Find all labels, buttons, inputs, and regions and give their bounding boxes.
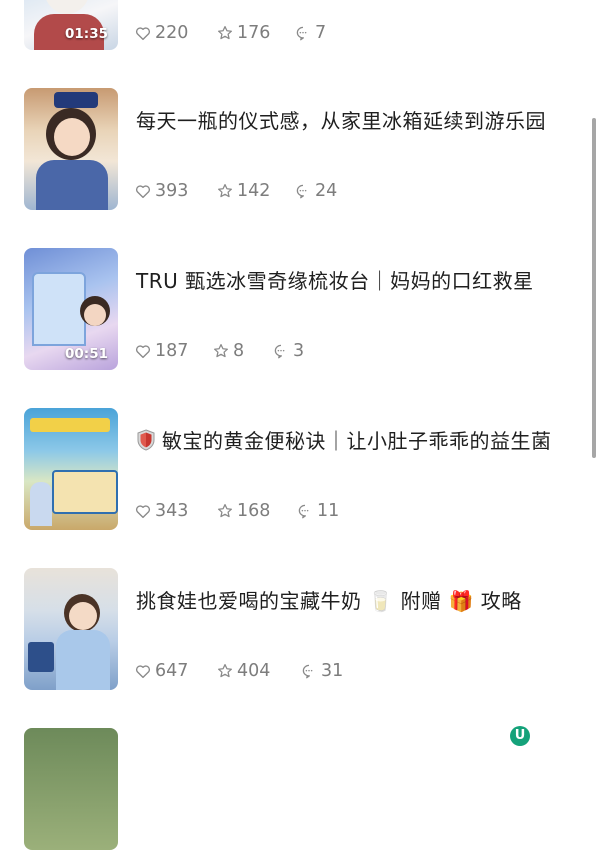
comment-count: 24 (315, 181, 338, 201)
comment-count: 3 (293, 341, 305, 361)
comment-stat[interactable]: 24 (294, 180, 337, 202)
post-title[interactable]: 挑食娃也爱喝的宝藏牛奶 🥛 附赠 🎁 攻略 (136, 588, 522, 614)
video-duration: 01:35 (65, 26, 108, 42)
shield-icon (137, 429, 155, 451)
comment-count: 7 (315, 23, 327, 43)
scrollbar[interactable] (592, 118, 596, 458)
post-thumbnail[interactable] (24, 88, 118, 210)
like-stat[interactable]: 220 (134, 22, 188, 44)
favorite-stat[interactable]: 404 (216, 660, 270, 682)
like-count: 220 (155, 23, 189, 43)
feed-item[interactable] (0, 728, 600, 852)
comment-stat[interactable]: 3 (272, 340, 304, 362)
feed-item[interactable]: 敏宝的黄金便秘诀｜让小肚子乖乖的益生菌 343 168 11 (0, 408, 600, 532)
star-icon (213, 343, 229, 358)
like-stat[interactable]: 187 (134, 340, 188, 362)
comment-bubble-icon (298, 504, 309, 519)
favorite-count: 168 (237, 501, 271, 521)
post-thumbnail[interactable] (24, 408, 118, 530)
post-thumbnail[interactable] (24, 568, 118, 690)
comment-stat[interactable]: 31 (300, 660, 343, 682)
post-title[interactable]: 每天一瓶的仪式感，从家里冰箱延续到游乐园 (136, 108, 546, 134)
post-thumbnail[interactable] (24, 728, 118, 850)
star-icon (217, 183, 233, 198)
like-count: 393 (155, 181, 189, 201)
comment-bubble-icon (296, 184, 307, 199)
favorite-count: 142 (237, 181, 271, 201)
comment-count: 11 (317, 501, 340, 521)
like-stat[interactable]: 647 (134, 660, 188, 682)
favorite-count: 404 (237, 661, 271, 681)
post-title[interactable]: 敏宝的黄金便秘诀｜让小肚子乖乖的益生菌 (136, 428, 552, 454)
like-count: 343 (155, 501, 189, 521)
like-stat[interactable]: 343 (134, 500, 188, 522)
floating-action-button[interactable]: U (510, 726, 530, 746)
heart-icon (135, 185, 151, 199)
favorite-count: 176 (237, 23, 271, 43)
video-duration: 00:51 (65, 346, 108, 362)
feed-item[interactable]: 每天一瓶的仪式感，从家里冰箱延续到游乐园 393 142 24 (0, 88, 600, 212)
feed-item[interactable]: 01:35 220 176 7 (0, 0, 600, 52)
like-stat[interactable]: 393 (134, 180, 188, 202)
comment-stat[interactable]: 11 (296, 500, 339, 522)
comment-count: 31 (321, 661, 344, 681)
favorite-stat[interactable]: 168 (216, 500, 270, 522)
like-count: 647 (155, 661, 189, 681)
heart-icon (135, 665, 151, 679)
post-title[interactable]: TRU 甄选冰雪奇缘梳妆台｜妈妈的口红救星 (136, 268, 534, 294)
favorite-count: 8 (233, 341, 245, 361)
favorite-stat[interactable]: 8 (212, 340, 244, 362)
like-count: 187 (155, 341, 189, 361)
feed-item[interactable]: 挑食娃也爱喝的宝藏牛奶 🥛 附赠 🎁 攻略 647 404 31 (0, 568, 600, 692)
feed-item[interactable]: 00:51 TRU 甄选冰雪奇缘梳妆台｜妈妈的口红救星 187 8 3 (0, 248, 600, 372)
favorite-stat[interactable]: 142 (216, 180, 270, 202)
heart-icon (135, 505, 151, 519)
comment-bubble-icon (274, 344, 285, 359)
comment-stat[interactable]: 7 (294, 22, 326, 44)
heart-icon (135, 27, 151, 41)
post-thumbnail[interactable]: 00:51 (24, 248, 118, 370)
comment-bubble-icon (302, 664, 313, 679)
heart-icon (135, 345, 151, 359)
favorite-stat[interactable]: 176 (216, 22, 270, 44)
post-feed: 01:35 220 176 7 每天一瓶的仪式感，从家里冰箱延续到游乐园 393… (0, 0, 600, 850)
star-icon (217, 503, 233, 518)
star-icon (217, 663, 233, 678)
comment-bubble-icon (296, 26, 307, 41)
post-thumbnail[interactable]: 01:35 (24, 0, 118, 50)
star-icon (217, 25, 233, 40)
